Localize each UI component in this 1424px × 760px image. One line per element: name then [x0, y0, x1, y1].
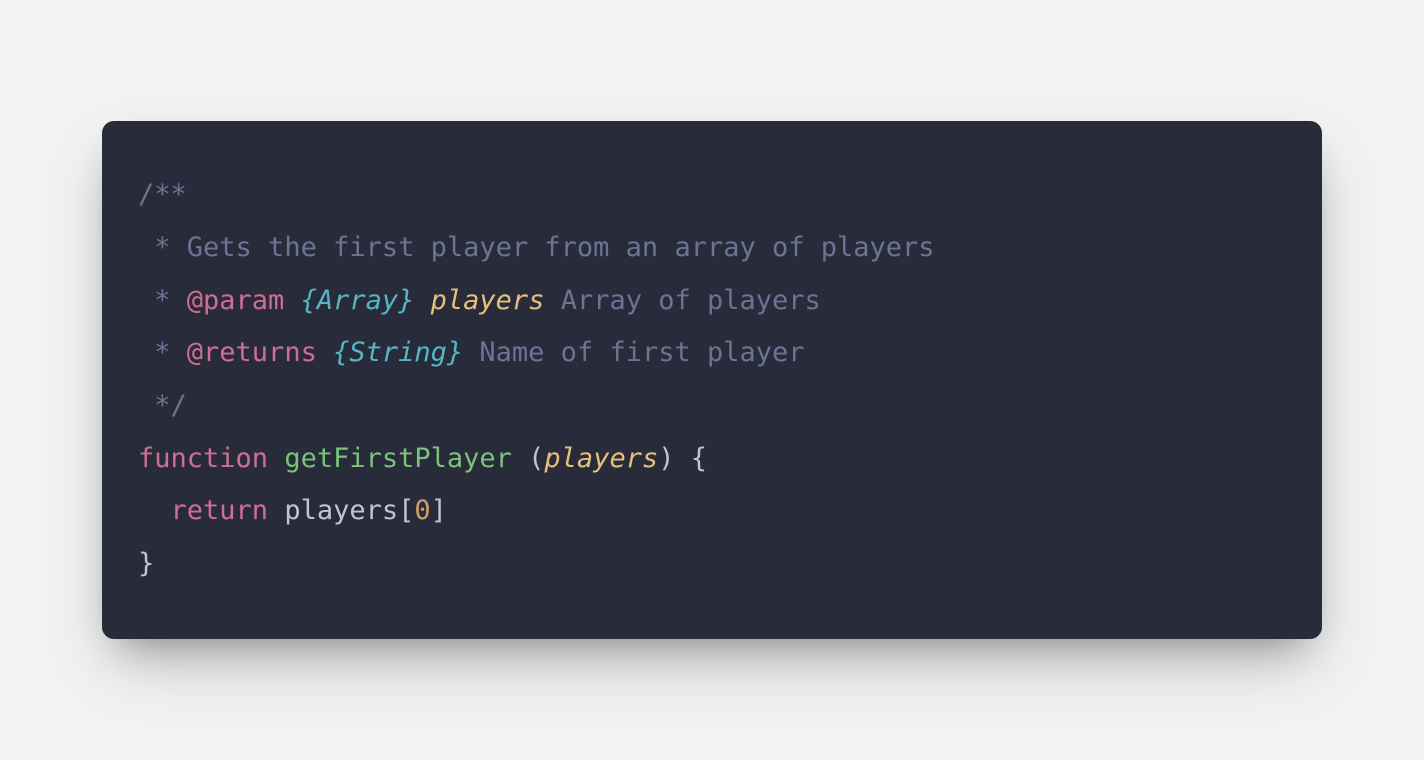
number-literal: 0: [414, 495, 430, 526]
jsdoc-param-tag: @param: [187, 285, 285, 316]
space: [268, 443, 284, 474]
space: [512, 443, 528, 474]
code-line-2: * Gets the first player from an array of…: [138, 222, 1286, 275]
jsdoc-returns-tag: @returns: [187, 337, 317, 368]
space: [414, 285, 430, 316]
jsdoc-type: {Array}: [301, 285, 415, 316]
space: [317, 337, 333, 368]
space: [284, 285, 300, 316]
jsdoc-param-name: players: [431, 285, 545, 316]
code-line-7: return players[0]: [138, 485, 1286, 538]
paren-open: (: [528, 443, 544, 474]
code-block: /** * Gets the first player from an arra…: [102, 121, 1322, 638]
jsdoc-prefix: *: [138, 337, 187, 368]
paren-close: ): [658, 443, 674, 474]
code-line-6: function getFirstPlayer (players) {: [138, 433, 1286, 486]
bracket-open: [: [398, 495, 414, 526]
code-line-3: * @param {Array} players Array of player…: [138, 275, 1286, 328]
brace-open: {: [691, 443, 707, 474]
return-keyword: return: [171, 495, 269, 526]
space: [674, 443, 690, 474]
indent: [138, 495, 171, 526]
brace-close: }: [138, 548, 154, 579]
code-line-5: */: [138, 380, 1286, 433]
jsdoc-open: /**: [138, 179, 187, 210]
bracket-close: ]: [431, 495, 447, 526]
identifier: players: [284, 495, 398, 526]
parameter: players: [544, 443, 658, 474]
jsdoc-prefix: *: [138, 285, 187, 316]
jsdoc-param-desc: Array of players: [561, 285, 821, 316]
function-name: getFirstPlayer: [284, 443, 512, 474]
code-line-8: }: [138, 538, 1286, 591]
jsdoc-type: {String}: [333, 337, 463, 368]
space: [268, 495, 284, 526]
code-line-4: * @returns {String} Name of first player: [138, 327, 1286, 380]
jsdoc-prefix: *: [138, 232, 187, 263]
space: [544, 285, 560, 316]
jsdoc-description: Gets the first player from an array of p…: [187, 232, 935, 263]
function-keyword: function: [138, 443, 268, 474]
jsdoc-close: */: [138, 390, 187, 421]
jsdoc-returns-desc: Name of first player: [479, 337, 804, 368]
space: [463, 337, 479, 368]
code-line-1: /**: [138, 169, 1286, 222]
